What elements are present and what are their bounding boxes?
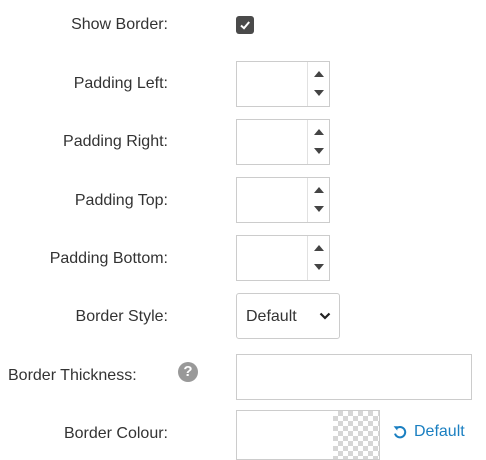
show-border-checkbox[interactable] xyxy=(236,16,254,34)
border-thickness-input[interactable] xyxy=(236,354,472,400)
check-icon xyxy=(240,21,250,30)
undo-icon xyxy=(393,425,407,439)
increment-icon[interactable] xyxy=(314,129,324,135)
chevron-down-icon xyxy=(319,312,331,320)
reset-colour-label[interactable]: Default xyxy=(414,422,465,442)
padding-right-input[interactable] xyxy=(236,119,330,165)
border-colour-input[interactable] xyxy=(236,410,380,460)
padding-top-stepper[interactable] xyxy=(307,178,330,222)
padding-bottom-stepper[interactable] xyxy=(307,236,330,280)
padding-bottom-label: Padding Bottom: xyxy=(49,250,168,267)
increment-icon[interactable] xyxy=(314,187,324,193)
padding-left-input[interactable] xyxy=(236,61,330,107)
colour-swatch[interactable] xyxy=(333,411,379,459)
reset-colour-default-link[interactable]: Default xyxy=(392,422,465,442)
border-colour-label: Border Colour: xyxy=(63,425,168,442)
padding-left-label: Padding Left: xyxy=(73,75,168,92)
padding-top-input[interactable] xyxy=(236,177,330,223)
decrement-icon[interactable] xyxy=(314,206,324,212)
padding-bottom-value[interactable] xyxy=(237,236,307,280)
border-style-select[interactable]: Default xyxy=(236,293,340,339)
padding-top-value[interactable] xyxy=(237,178,307,222)
show-border-label: Show Border: xyxy=(71,16,168,33)
increment-icon[interactable] xyxy=(314,245,324,251)
decrement-icon[interactable] xyxy=(314,148,324,154)
border-thickness-label: Border Thickness: xyxy=(8,367,137,384)
padding-left-value[interactable] xyxy=(237,62,307,106)
padding-top-label: Padding Top: xyxy=(74,192,168,209)
question-circle-icon[interactable]: ? xyxy=(178,362,198,382)
decrement-icon[interactable] xyxy=(314,90,324,96)
padding-left-stepper[interactable] xyxy=(307,62,330,106)
increment-icon[interactable] xyxy=(314,71,324,77)
border-style-selected: Default xyxy=(246,308,297,325)
padding-bottom-input[interactable] xyxy=(236,235,330,281)
padding-right-value[interactable] xyxy=(237,120,307,164)
border-colour-value[interactable] xyxy=(237,411,331,459)
padding-right-stepper[interactable] xyxy=(307,120,330,164)
border-style-label: Border Style: xyxy=(75,308,168,325)
decrement-icon[interactable] xyxy=(314,264,324,270)
padding-right-label: Padding Right: xyxy=(63,133,168,150)
